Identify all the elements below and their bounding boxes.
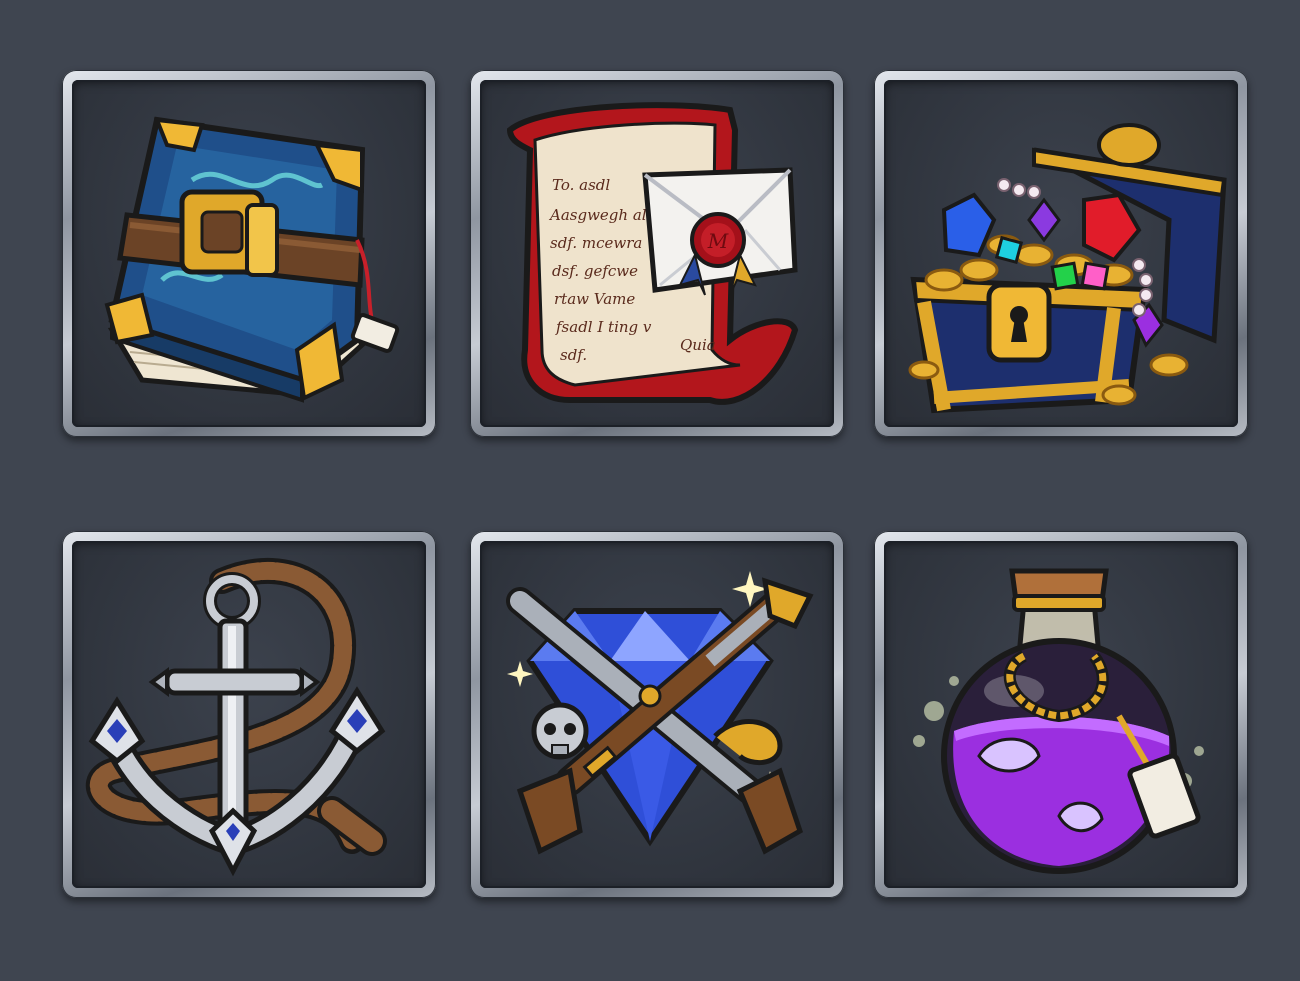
letter-scroll-icon: To. asdl Aasgwegh all sdf. mcewra dsf. g…: [506, 102, 799, 405]
item-slot-pistols[interactable]: [470, 531, 844, 898]
letter-line: rtaw Vame: [554, 290, 635, 308]
potion-bottle-icon: [913, 568, 1204, 874]
slot-inner: [72, 80, 426, 427]
spellbook-icon: [104, 116, 400, 403]
item-slot-letter[interactable]: To. asdl Aasgwegh all sdf. mcewra dsf. g…: [470, 70, 844, 437]
seal-letter: M: [707, 229, 729, 253]
slot-inner: [72, 541, 426, 888]
letter-line: fsadl I ting v: [555, 318, 652, 336]
slot-inner: To. asdl Aasgwegh all sdf. mcewra dsf. g…: [480, 80, 834, 427]
anchor-icon: [85, 558, 387, 877]
letter-line: sdf.: [560, 346, 587, 364]
item-slot-spellbook[interactable]: [62, 70, 436, 437]
letter-line: dsf. gefcwe: [552, 262, 638, 280]
treasure-chest-icon: [908, 123, 1227, 414]
item-slot-anchor[interactable]: [62, 531, 436, 898]
letter-line: Aasgwegh all: [548, 206, 652, 224]
letter-line: To. asdl: [552, 176, 610, 194]
slot-inner: [884, 80, 1238, 427]
letter-line: sdf. mcewra: [550, 234, 642, 252]
item-slot-potion[interactable]: [874, 531, 1248, 898]
slot-inner: [480, 541, 834, 888]
item-slot-treasure[interactable]: [874, 70, 1248, 437]
slot-inner: [884, 541, 1238, 888]
letter-signature: Quia: [680, 336, 716, 354]
crossed-pistols-icon: [506, 571, 814, 855]
